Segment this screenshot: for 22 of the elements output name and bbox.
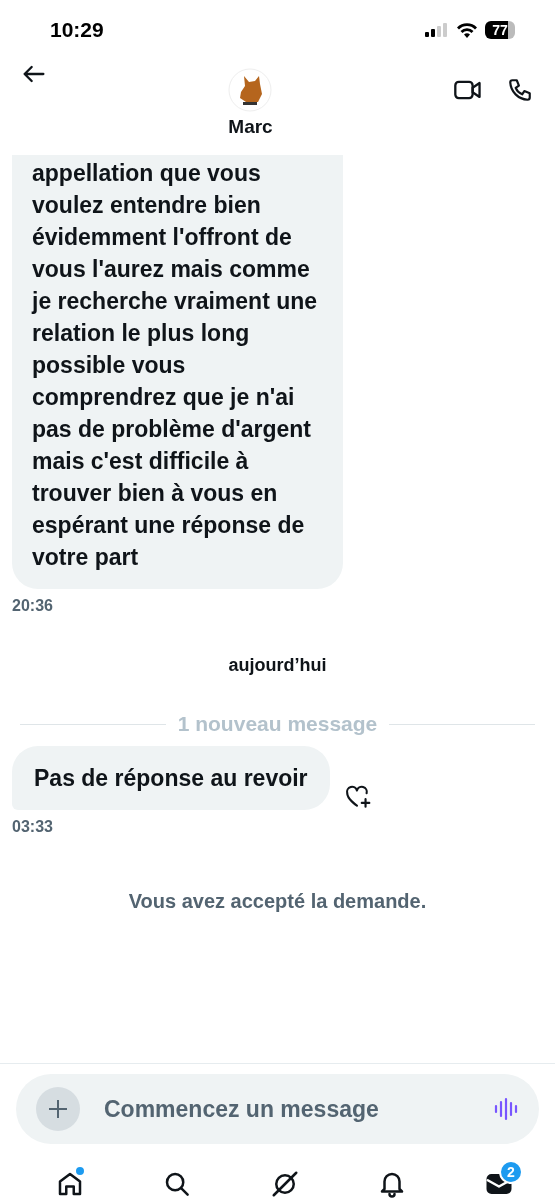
system-notice: Vous avez accepté la demande. [128, 890, 427, 913]
battery-indicator: 77 [485, 21, 515, 39]
add-reaction-button[interactable] [343, 784, 372, 810]
wifi-icon [456, 22, 478, 38]
voice-icon[interactable] [493, 1096, 519, 1122]
status-time: 10:29 [50, 18, 104, 42]
contact-name: Marc [228, 116, 273, 138]
plus-icon [47, 1098, 69, 1120]
date-label: aujourd’hui [228, 655, 327, 676]
avatar-icon[interactable] [228, 68, 273, 112]
phone-call-button[interactable] [507, 76, 533, 104]
message-bubble: appellation que vous voulez entendre bien évidemment l'offront de vous l'aurez mais comme je recherche vraiment une relation le plus long possible vous comprendrez que je n'ai pas de problème d'argent mais c'est difficile à trouver bien à vous en espérant une réponse de votre part [12, 155, 344, 589]
new-message-label: 1 nouveau message [177, 712, 378, 736]
message-composer[interactable]: Commencez un message [16, 1074, 539, 1144]
signal-icon [425, 23, 449, 37]
mail-tab[interactable]: 2 [475, 1160, 523, 1200]
add-button[interactable] [36, 1087, 80, 1131]
message-time: 03:33 [12, 818, 53, 836]
unread-badge: 2 [499, 1160, 523, 1184]
message-field[interactable]: Commencez un message [102, 1094, 471, 1124]
message-bubble: Pas de réponse au revoir [12, 746, 330, 810]
message-time: 20:36 [12, 597, 53, 615]
